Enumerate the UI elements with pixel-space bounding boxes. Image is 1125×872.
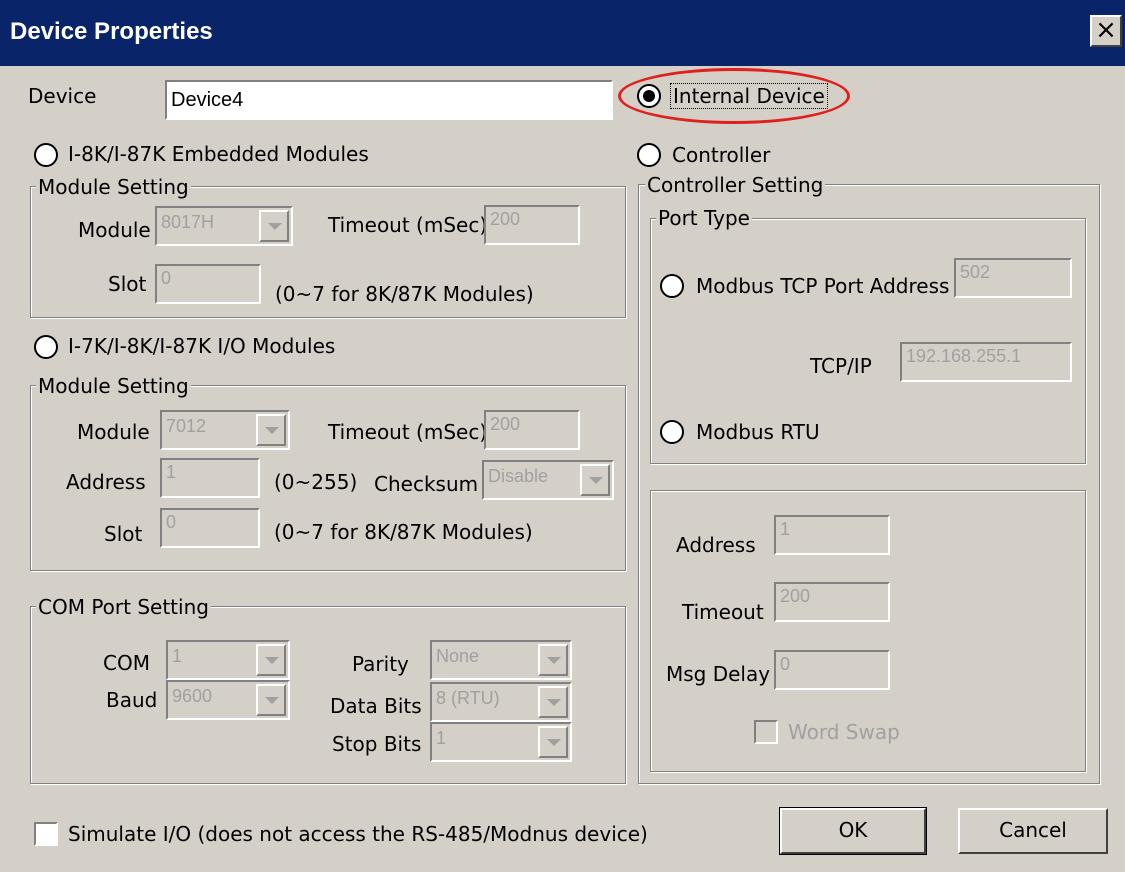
embedded-module-value: 8017H [161,212,215,232]
stop-bits-label: Stop Bits [332,732,422,756]
device-name-input[interactable]: Device4 [165,80,613,120]
internal-device-radio[interactable] [637,84,661,108]
com-select[interactable]: 1 [166,640,290,680]
baud-label: Baud [106,688,158,712]
device-label: Device [28,84,97,108]
io-slot-input[interactable]: 0 [160,508,260,548]
io-address-label: Address [66,470,146,494]
chevron-down-icon[interactable] [538,644,568,676]
controller-address-label: Address [676,533,756,557]
io-checksum-value: Disable [488,466,549,486]
embedded-module-select[interactable]: 8017H [155,206,293,246]
controller-timeout-label: Timeout [682,600,764,624]
io-slot-hint: (0~7 for 8K/87K Modules) [274,520,533,544]
baud-value: 9600 [172,686,213,706]
embedded-module-setting-title: Module Setting [36,175,191,199]
embedded-slot-label: Slot [108,272,147,296]
stop-bits-value: 1 [436,728,447,748]
io-module-select[interactable]: 7012 [160,410,290,450]
io-modules-radio[interactable] [34,335,58,359]
internal-device-label[interactable]: Internal Device [670,83,828,109]
parity-select[interactable]: None [430,640,572,680]
controller-label[interactable]: Controller [672,143,770,167]
port-type-title: Port Type [656,206,752,230]
com-label: COM [103,651,150,675]
chevron-down-icon[interactable] [256,684,286,716]
embedded-timeout-label: Timeout (mSec) [328,213,488,237]
modbus-tcp-label[interactable]: Modbus TCP Port Address [696,274,949,298]
stop-bits-select[interactable]: 1 [430,722,572,762]
baud-select[interactable]: 9600 [166,680,290,720]
data-bits-label: Data Bits [330,694,422,718]
modbus-rtu-label[interactable]: Modbus RTU [696,420,820,444]
controller-timeout-input[interactable]: 200 [774,582,890,622]
tcpip-label: TCP/IP [810,354,872,378]
controller-setting-title: Controller Setting [645,173,826,197]
controller-address-input[interactable]: 1 [774,515,890,555]
modbus-rtu-radio[interactable] [660,420,684,444]
word-swap-label: Word Swap [788,720,900,744]
ok-button[interactable]: OK [779,807,927,855]
data-bits-value: 8 (RTU) [436,688,500,708]
io-modules-label[interactable]: I-7K/I-8K/I-87K I/O Modules [68,334,335,358]
simulate-io-checkbox[interactable] [34,822,58,846]
controller-radio[interactable] [637,143,661,167]
data-bits-select[interactable]: 8 (RTU) [430,682,572,722]
parity-value: None [436,646,480,666]
modbus-tcp-radio[interactable] [660,274,684,298]
tcp-port-input[interactable]: 502 [954,258,1072,298]
chevron-down-icon[interactable] [538,686,568,718]
close-button[interactable]: × [1090,15,1122,47]
word-swap-checkbox[interactable] [754,720,778,744]
embedded-timeout-input[interactable]: 200 [484,205,580,245]
io-address-input[interactable]: 1 [160,458,260,498]
embedded-modules-label[interactable]: I-8K/I-87K Embedded Modules [68,142,369,166]
chevron-down-icon[interactable] [538,726,568,758]
chevron-down-icon[interactable] [259,210,289,242]
cancel-button[interactable]: Cancel [958,808,1108,854]
io-checksum-label: Checksum [374,472,479,496]
embedded-slot-input[interactable]: 0 [155,264,261,304]
chevron-down-icon[interactable] [256,414,286,446]
msg-delay-label: Msg Delay [666,662,771,686]
io-module-value: 7012 [166,416,207,436]
io-timeout-label: Timeout (mSec) [328,420,488,444]
chevron-down-icon[interactable] [256,644,286,676]
io-timeout-input[interactable]: 200 [484,410,580,450]
io-module-label: Module [77,420,150,444]
io-checksum-select[interactable]: Disable [482,460,614,500]
parity-label: Parity [352,652,409,676]
chevron-down-icon[interactable] [580,464,610,496]
msg-delay-input[interactable]: 0 [774,650,890,690]
com-value: 1 [172,646,183,666]
window-title: Device Properties [10,18,213,45]
tcpip-input[interactable]: 192.168.255.1 [900,342,1072,382]
com-port-setting-title: COM Port Setting [36,595,211,619]
embedded-slot-hint: (0~7 for 8K/87K Modules) [275,282,534,306]
embedded-module-label: Module [78,218,151,242]
embedded-modules-radio[interactable] [34,143,58,167]
io-slot-label: Slot [104,522,143,546]
io-address-hint: (0~255) [274,470,358,494]
simulate-io-label[interactable]: Simulate I/O (does not access the RS-485… [68,822,648,846]
io-module-setting-title: Module Setting [36,374,191,398]
